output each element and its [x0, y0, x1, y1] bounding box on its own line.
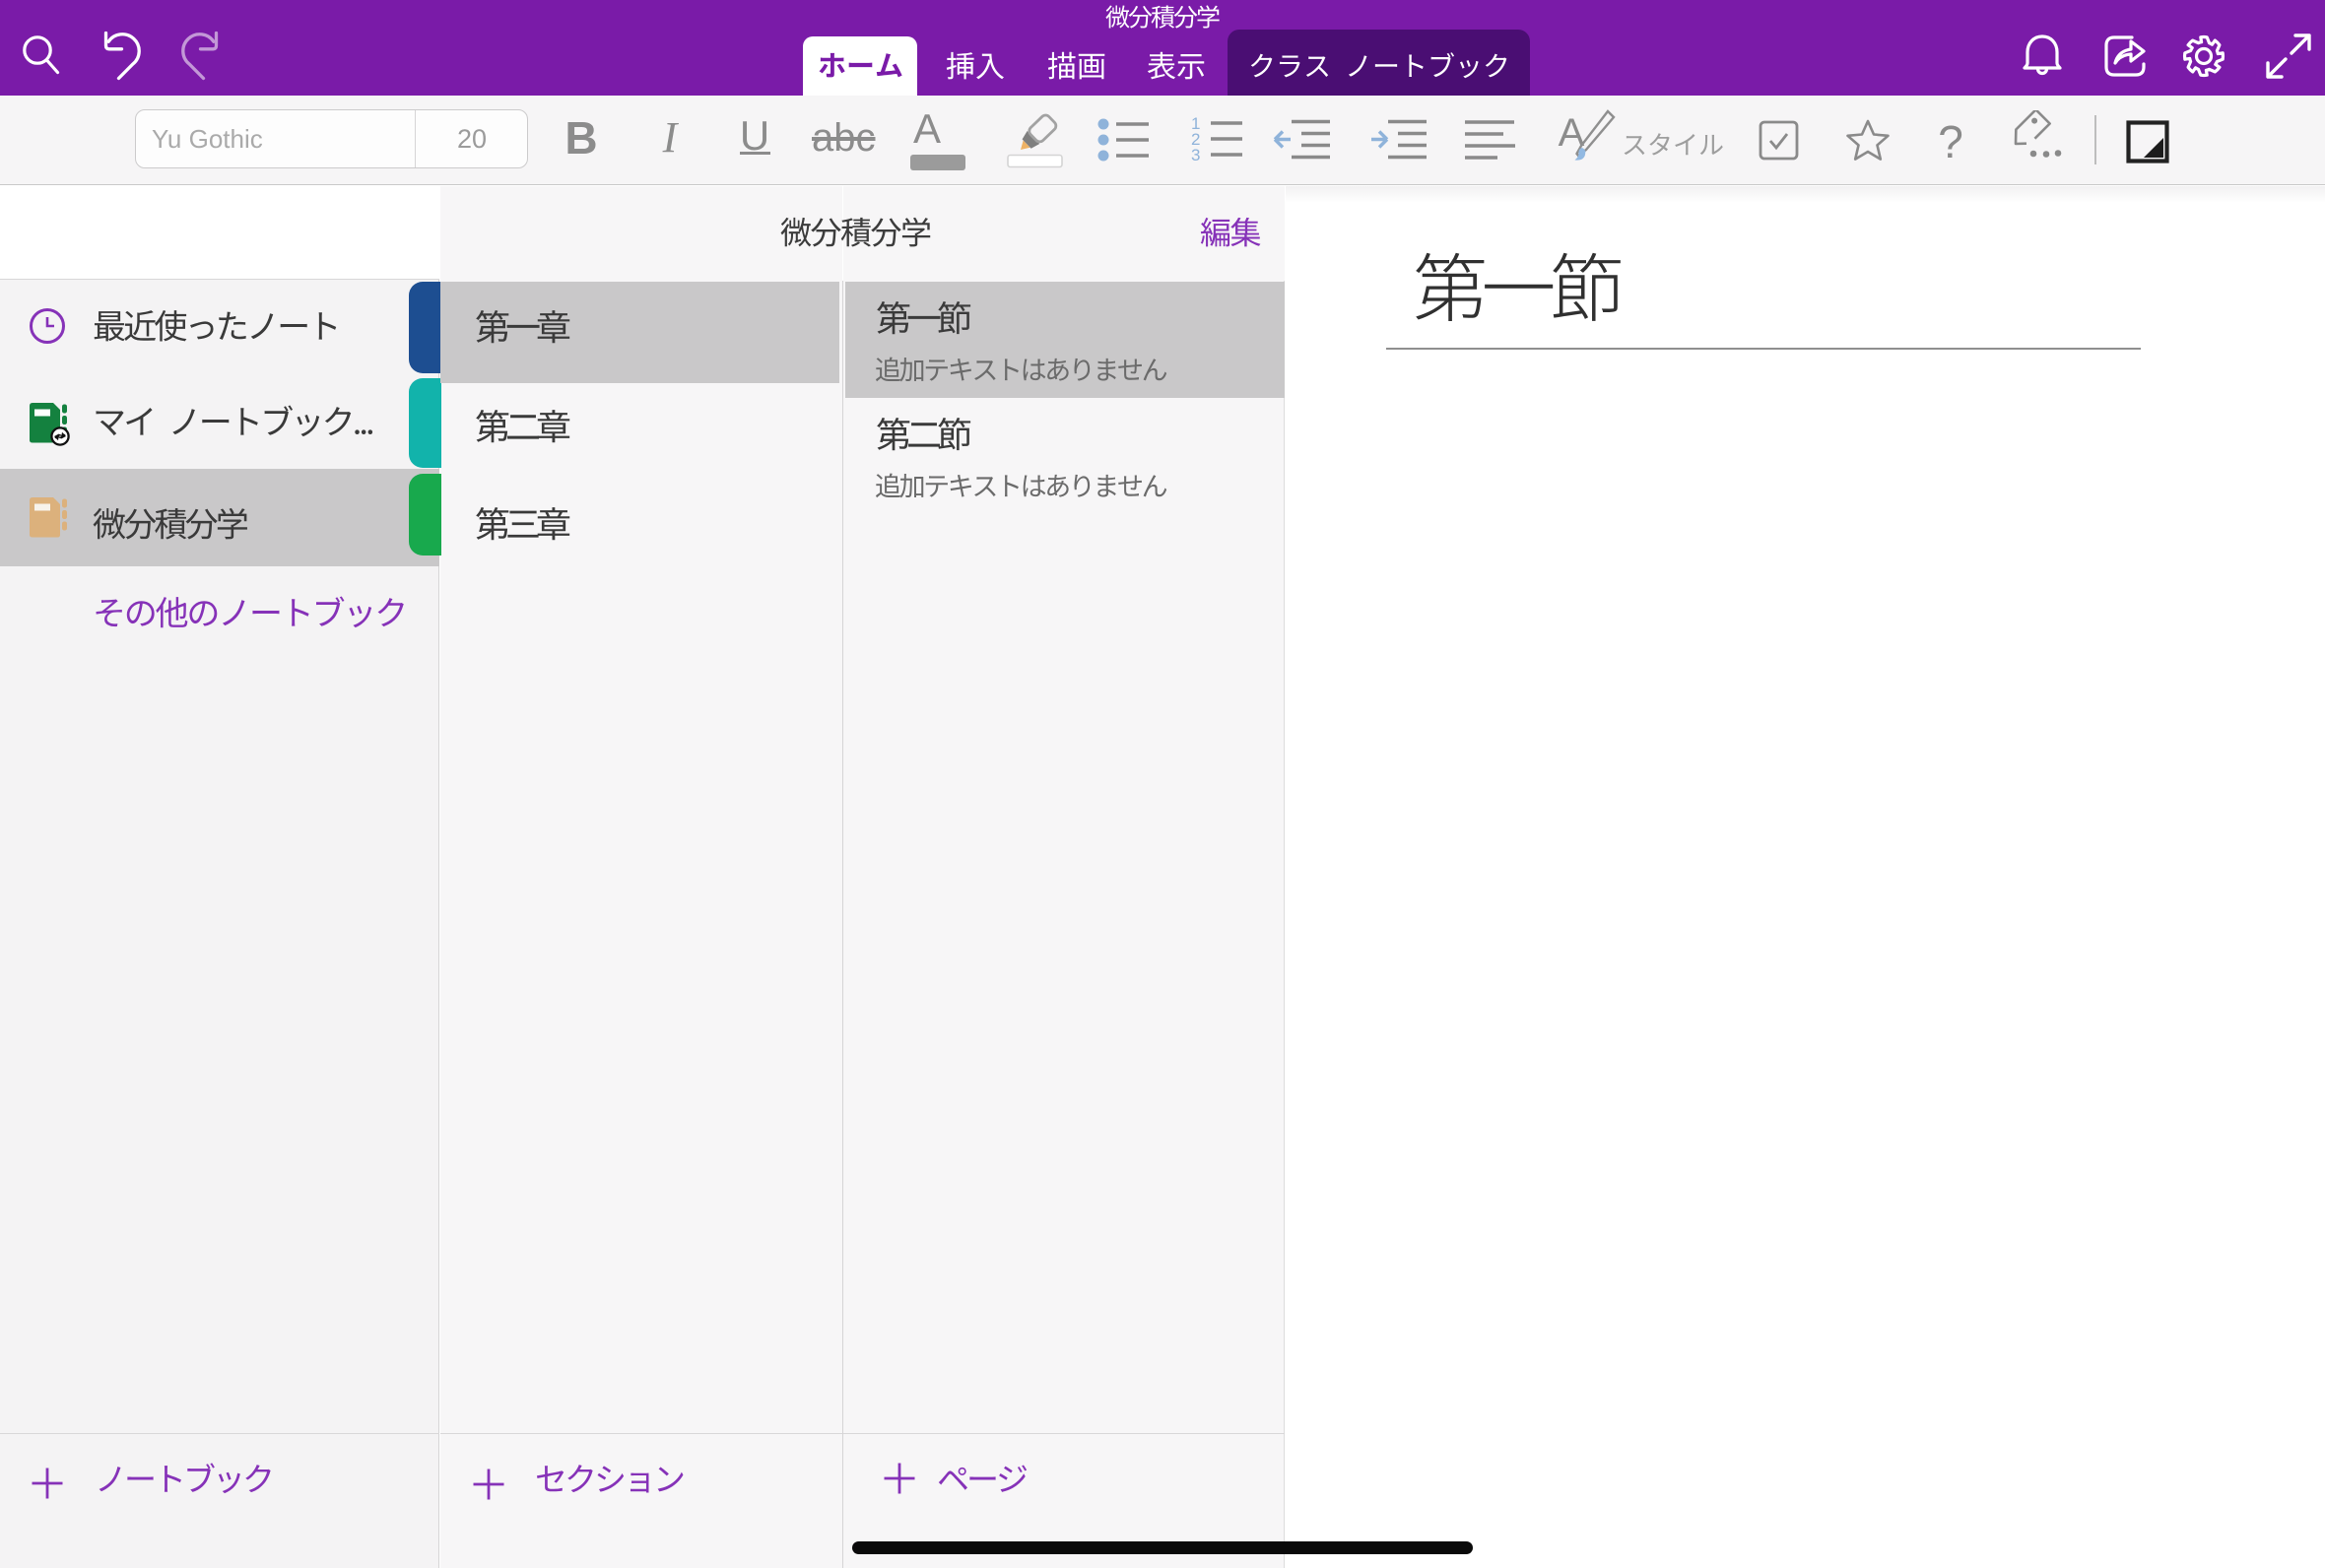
svg-text:3: 3 — [1191, 146, 1200, 164]
